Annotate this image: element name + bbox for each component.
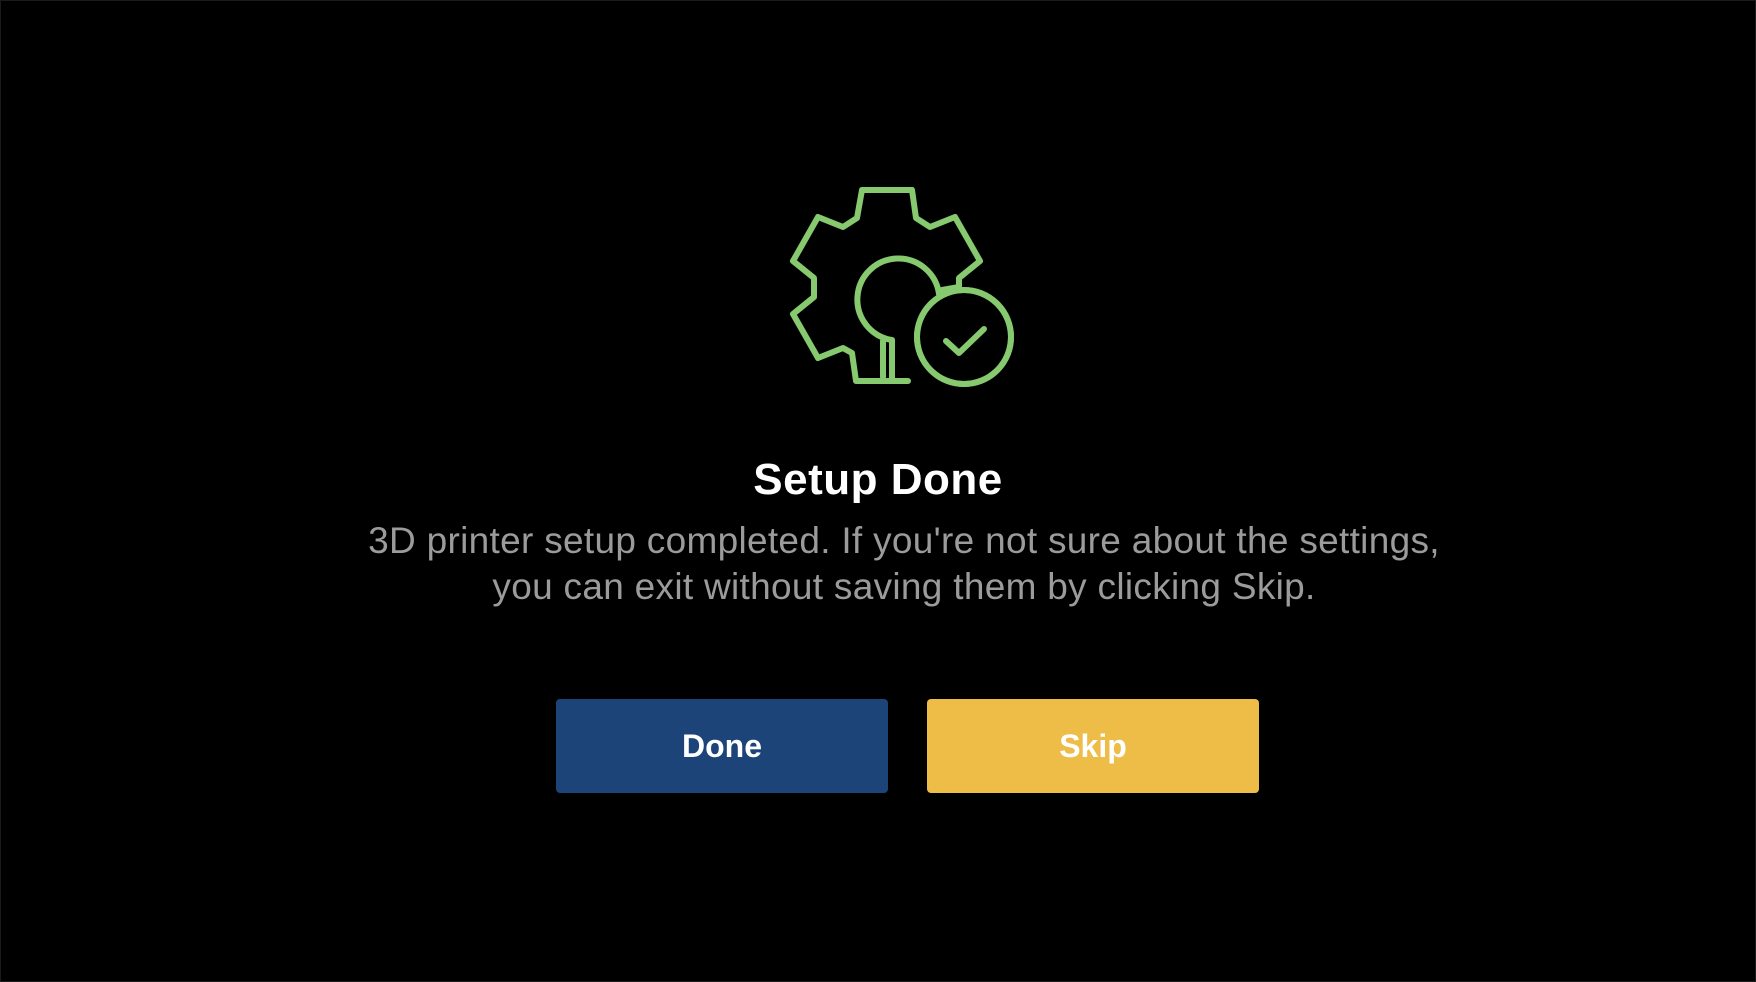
done-button[interactable]: Done [556,699,888,793]
description-line: you can exit without saving them by clic… [492,566,1316,607]
setup-done-screen: Setup Done 3D printer setup completed. I… [0,0,1756,982]
dialog-description: 3D printer setup completed. If you're no… [300,518,1508,610]
dialog-title: Setup Done [753,455,1003,504]
description-line: 3D printer setup completed. If you're no… [368,520,1440,561]
skip-button[interactable]: Skip [927,699,1259,793]
gear-check-icon [778,154,1032,400]
